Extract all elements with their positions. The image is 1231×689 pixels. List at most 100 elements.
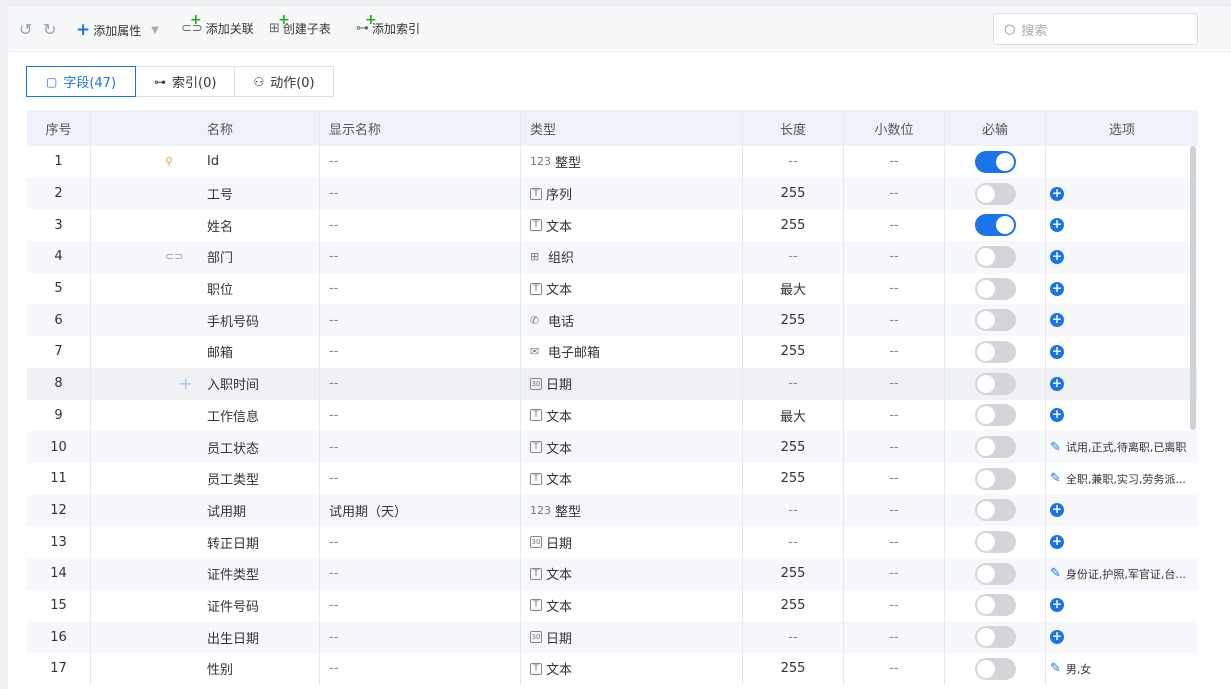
cell-length[interactable]: -- [743, 494, 844, 527]
cell-type[interactable]: ✆ 电话 [521, 304, 743, 337]
caret-down-icon[interactable]: ▼ [151, 25, 159, 36]
option-values[interactable]: ✎ 试用,正式,待离职,已离职 [1050, 439, 1186, 455]
required-toggle[interactable] [974, 245, 1016, 268]
add-index-button[interactable]: ⊶ + 添加索引 [356, 12, 420, 37]
cell-length[interactable]: -- [743, 621, 844, 653]
tab-indexes[interactable]: ⊶ 索引(0) [135, 66, 236, 97]
cell-length[interactable]: 255 [743, 336, 844, 368]
table-row[interactable]: 12 试用期 试用期（天） 123 整型 -- -- + [27, 494, 1198, 527]
cell-display[interactable]: -- [320, 526, 521, 558]
cell-type[interactable]: T 文本 [521, 557, 743, 590]
cell-display[interactable]: -- [320, 146, 521, 178]
add-option-icon[interactable]: + [1050, 598, 1064, 613]
cell-decimal[interactable]: -- [844, 526, 945, 558]
cell-type[interactable]: T 文本 [521, 589, 743, 622]
cell-length[interactable]: 255 [743, 304, 844, 337]
required-toggle[interactable] [974, 436, 1016, 459]
cell-display[interactable]: -- [320, 177, 521, 210]
add-option-icon[interactable]: + [1050, 281, 1064, 296]
cell-length[interactable]: 255 [743, 589, 844, 622]
cell-display[interactable]: -- [320, 304, 521, 337]
cell-name[interactable]: 工号 [91, 177, 320, 210]
cell-decimal[interactable]: -- [844, 177, 945, 210]
cell-length[interactable]: 最大 [743, 399, 844, 432]
cell-type[interactable]: T 文本 [521, 209, 743, 242]
cell-type[interactable]: 30 日期 [521, 621, 743, 653]
cell-name[interactable]: 员工状态 [91, 431, 320, 463]
required-toggle[interactable] [974, 531, 1016, 554]
cell-display[interactable]: -- [320, 399, 521, 432]
option-values[interactable]: ✎ 全职,兼职,实习,劳务派... [1050, 471, 1186, 487]
cell-decimal[interactable]: -- [844, 431, 945, 463]
vertical-scrollbar[interactable] [1190, 146, 1196, 430]
table-row[interactable]: 14 证件类型 -- T 文本 255 -- ✎ 身份证,护照,军官证,台... [27, 557, 1198, 590]
table-row[interactable]: 2 工号 -- T 序列 255 -- + [27, 177, 1198, 210]
cell-decimal[interactable]: -- [844, 304, 945, 337]
cell-display[interactable]: -- [320, 209, 521, 242]
cell-length[interactable]: -- [743, 367, 844, 400]
cell-type[interactable]: T 文本 [521, 431, 743, 463]
table-row[interactable]: 9 工作信息 -- T 文本 最大 -- + [27, 399, 1198, 432]
table-row[interactable]: 4 ⊂⊃ 部门 -- ⊞ 组织 -- -- + [27, 241, 1198, 273]
table-row[interactable]: 16 出生日期 -- 30 日期 -- -- + [27, 621, 1198, 653]
add-option-icon[interactable]: + [1050, 218, 1064, 233]
cell-decimal[interactable]: -- [844, 367, 945, 400]
cell-length[interactable]: 255 [743, 209, 844, 242]
required-toggle[interactable] [974, 309, 1016, 332]
search-input[interactable]: ○ 搜索 [993, 13, 1198, 45]
cell-type[interactable]: ⊞ 组织 [521, 241, 743, 273]
cell-name[interactable]: 转正日期 [91, 526, 320, 558]
cell-name[interactable]: ⚲ Id [91, 146, 320, 178]
table-row[interactable]: 5 职位 -- T 文本 最大 -- + [27, 272, 1198, 305]
table-row[interactable]: 10 员工状态 -- T 文本 255 -- ✎ 试用,正式,待离职,已离职 [27, 431, 1198, 463]
required-toggle[interactable] [974, 594, 1016, 617]
cell-length[interactable]: -- [743, 526, 844, 558]
cell-display[interactable]: -- [320, 557, 521, 590]
add-option-icon[interactable]: + [1050, 344, 1064, 359]
cell-type[interactable]: 30 日期 [521, 367, 743, 400]
add-option-icon[interactable]: + [1050, 186, 1064, 201]
required-toggle[interactable] [974, 277, 1016, 300]
cell-name[interactable]: 员工类型 [91, 462, 320, 495]
table-row[interactable]: 6 手机号码 -- ✆ 电话 255 -- + [27, 304, 1198, 337]
add-attribute-button[interactable]: + 添加属性 ▼ [76, 20, 159, 40]
table-row[interactable]: 1 ⚲ Id -- 123 整型 -- -- [27, 146, 1198, 178]
cell-decimal[interactable]: -- [844, 494, 945, 527]
table-row[interactable]: 17 性别 -- T 文本 255 -- ✎ 男,女 [27, 653, 1198, 685]
cell-decimal[interactable]: -- [844, 589, 945, 622]
add-option-icon[interactable]: + [1050, 503, 1064, 518]
cell-name[interactable]: ⊂⊃ 部门 [91, 241, 320, 273]
cell-display[interactable]: -- [320, 462, 521, 495]
cell-display[interactable]: 试用期（天） [320, 494, 521, 527]
cell-type[interactable]: 123 整型 [521, 146, 743, 178]
table-row[interactable]: 11 员工类型 -- T 文本 255 -- ✎ 全职,兼职,实习,劳务派... [27, 462, 1198, 495]
undo-icon[interactable]: ↺ [19, 20, 32, 39]
cell-length[interactable]: 255 [743, 462, 844, 495]
cell-decimal[interactable]: -- [844, 209, 945, 242]
cell-display[interactable]: -- [320, 241, 521, 273]
table-row[interactable]: 15 证件号码 -- T 文本 255 -- + [27, 589, 1198, 622]
add-option-icon[interactable]: + [1050, 630, 1064, 645]
cell-type[interactable]: 30 日期 [521, 526, 743, 558]
cell-display[interactable]: -- [320, 336, 521, 368]
required-toggle[interactable] [974, 214, 1016, 237]
cell-decimal[interactable]: -- [844, 146, 945, 178]
cell-name[interactable]: 手机号码 [91, 304, 320, 337]
cell-display[interactable]: -- [320, 653, 521, 685]
cell-display[interactable]: -- [320, 589, 521, 622]
cell-length[interactable]: 255 [743, 177, 844, 210]
required-toggle[interactable] [974, 562, 1016, 585]
table-row[interactable]: 8 + 入职时间 -- 30 日期 -- -- + [27, 367, 1198, 400]
cell-name[interactable]: 证件类型 [91, 557, 320, 590]
cell-name[interactable]: + 入职时间 [91, 367, 320, 400]
cell-name[interactable]: 工作信息 [91, 399, 320, 432]
add-link-button[interactable]: ⊂⊃ + 添加关联 [181, 12, 254, 37]
cell-type[interactable]: T 文本 [521, 653, 743, 685]
cell-name[interactable]: 邮箱 [91, 336, 320, 368]
cell-decimal[interactable]: -- [844, 621, 945, 653]
cell-decimal[interactable]: -- [844, 272, 945, 305]
cell-length[interactable]: 255 [743, 557, 844, 590]
table-row[interactable]: 13 转正日期 -- 30 日期 -- -- + [27, 526, 1198, 558]
add-option-icon[interactable]: + [1050, 376, 1064, 391]
cell-type[interactable]: T 文本 [521, 399, 743, 432]
